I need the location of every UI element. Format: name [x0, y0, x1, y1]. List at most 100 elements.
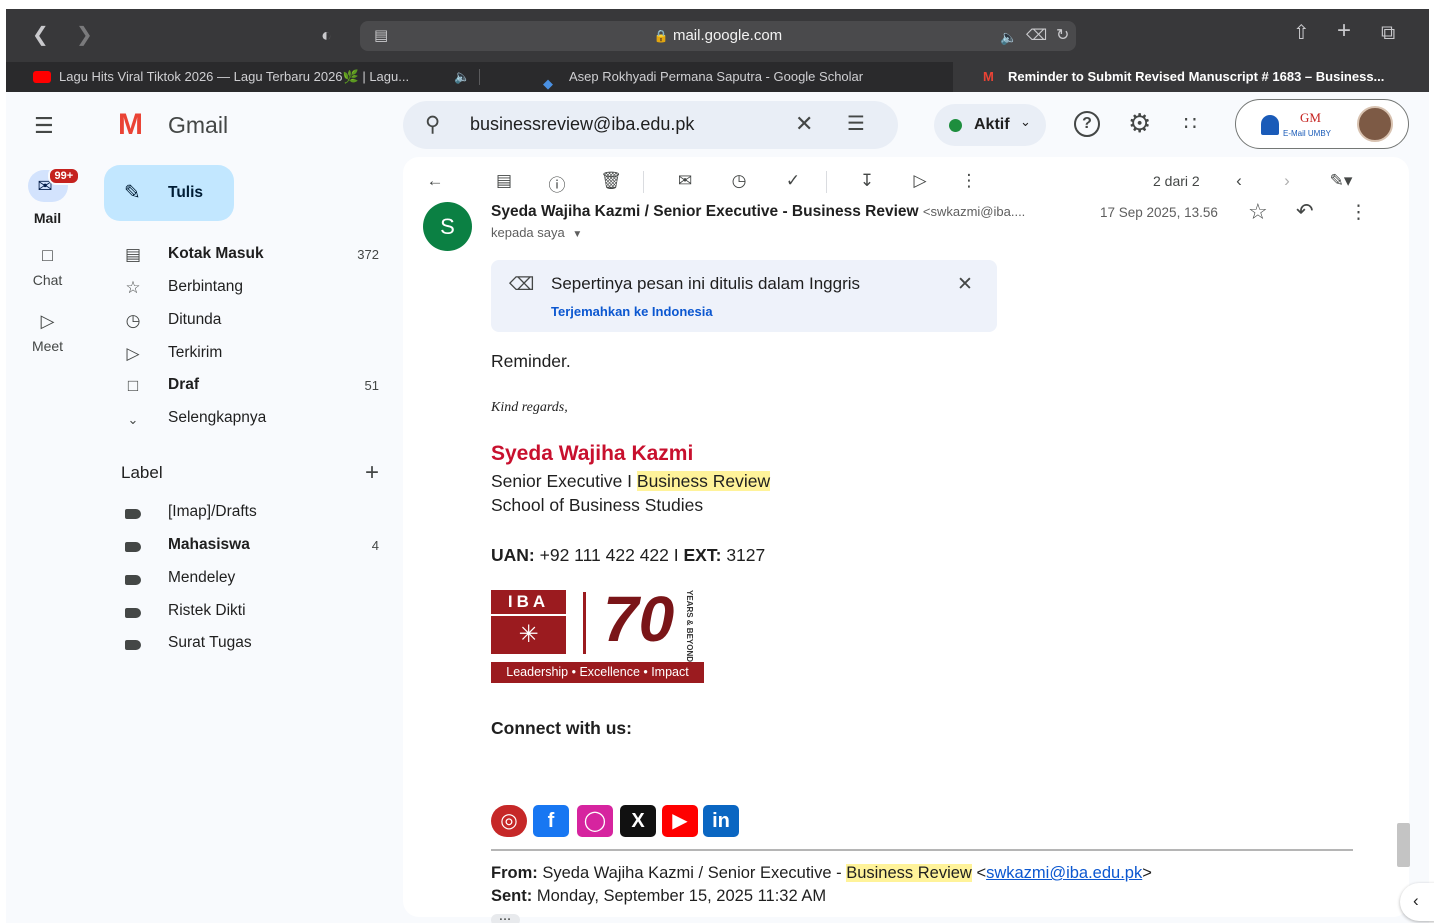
add-task-icon[interactable]: ✓: [779, 171, 807, 191]
mark-unread-icon[interactable]: ✉: [671, 171, 699, 191]
show-trimmed-button[interactable]: ...: [491, 912, 520, 923]
sender-avatar[interactable]: S: [423, 202, 472, 251]
search-bar[interactable]: ⚲ businessreview@iba.edu.pk ✕ ☰: [403, 101, 898, 149]
rail-chat[interactable]: □ Chat: [6, 245, 89, 288]
connect-heading: Connect with us:: [491, 718, 632, 738]
forward-icon[interactable]: ❯: [76, 25, 93, 45]
message-more-icon[interactable]: ⋮: [1349, 201, 1368, 224]
share-icon[interactable]: ⇧: [1293, 23, 1310, 43]
reply-icon[interactable]: ↶: [1296, 199, 1314, 224]
meet-icon: ▷: [40, 311, 55, 331]
lock-icon: 🔒: [653, 29, 669, 43]
reading-pane: ← ▤ ⓘ 🗑 ✉ ◷ ✓ ↧ ▷ ⋮ 2 dari 2 ‹ › ✎▾ S Sy…: [403, 157, 1409, 923]
more-vert-icon[interactable]: ⋮: [955, 171, 983, 191]
nav-snoozed[interactable]: ◷ Ditunda: [123, 305, 383, 337]
back-icon[interactable]: ❮: [32, 25, 49, 45]
nav-drafts[interactable]: □ Draf 51: [123, 370, 383, 402]
star-message-icon[interactable]: ☆: [1248, 199, 1268, 225]
new-tab-icon[interactable]: +: [1337, 19, 1351, 43]
label-surat-tugas[interactable]: Surat Tugas: [123, 628, 383, 660]
translate-icon[interactable]: ⌫: [1026, 26, 1047, 46]
body-text: Reminder.: [491, 351, 571, 371]
rail-meet[interactable]: ▷ Meet: [6, 311, 89, 354]
clear-search-icon[interactable]: ✕: [795, 111, 813, 137]
report-spam-icon[interactable]: ⓘ: [543, 171, 571, 196]
youtube-icon: [33, 71, 51, 83]
status-dot-icon: [949, 119, 962, 132]
compose-button[interactable]: ✎ Tulis: [104, 165, 234, 221]
clock-icon: ◷: [125, 311, 141, 330]
url-text: 🔒 mail.google.com: [653, 27, 783, 44]
snooze-icon[interactable]: ◷: [725, 171, 753, 191]
linkedin-icon[interactable]: in: [703, 805, 739, 837]
tab-gmail[interactable]: M Reminder to Submit Revised Manuscript …: [953, 62, 1429, 92]
account-button[interactable]: GM E-Mail UMBY: [1235, 99, 1409, 149]
search-input[interactable]: businessreview@iba.edu.pk: [470, 114, 694, 135]
search-options-icon[interactable]: ☰: [847, 111, 865, 136]
sender-name[interactable]: Syeda Wajiha Kazmi / Senior Executive - …: [491, 203, 919, 220]
rail-mail[interactable]: ✉ 99+ Mail: [6, 167, 89, 226]
status-button[interactable]: Aktif ⌄: [934, 104, 1046, 146]
tab-divider: [479, 69, 480, 85]
chevron-down-icon: ⌄: [127, 412, 139, 427]
search-icon[interactable]: ⚲: [425, 112, 440, 137]
label-icon[interactable]: ▷: [906, 171, 934, 191]
nav-sent[interactable]: ▷ Terkirim: [123, 338, 383, 370]
prev-message-icon[interactable]: ‹: [1225, 171, 1253, 191]
chevron-down-icon: ▼: [572, 229, 583, 240]
message-date: 17 Sep 2025, 13.56: [1100, 205, 1218, 220]
back-to-list-icon[interactable]: ←: [421, 171, 449, 191]
tab-overview-icon[interactable]: ⧉: [1381, 23, 1395, 43]
next-message-icon[interactable]: ›: [1273, 171, 1301, 191]
website-icon[interactable]: ◎: [491, 805, 527, 837]
scholar-icon: ◆: [543, 76, 553, 91]
rail-meet-label: Meet: [31, 338, 64, 354]
chevron-down-icon: ⌄: [1020, 114, 1031, 129]
settings-gear-icon[interactable]: ⚙: [1128, 108, 1151, 139]
instagram-icon[interactable]: ◯: [577, 805, 613, 837]
tab-youtube[interactable]: Lagu Hits Viral Tiktok 2026 — Lagu Terba…: [6, 62, 476, 92]
move-to-icon[interactable]: ↧: [853, 171, 881, 191]
audio-icon[interactable]: 🔈: [1000, 27, 1017, 47]
chevron-left-icon: ‹: [1413, 891, 1419, 910]
pagination-text: 2 dari 2: [1153, 173, 1200, 189]
reload-icon[interactable]: ↻: [1056, 26, 1069, 46]
address-bar[interactable]: ▤ 🔒 mail.google.com 🔈 ⌫ ↻: [360, 21, 1076, 51]
send-icon: ▷: [126, 344, 140, 363]
avatar[interactable]: [1357, 106, 1393, 142]
nav-inbox[interactable]: ▤ Kotak Masuk 372: [123, 239, 383, 271]
iba-emblem-icon: ✳: [491, 616, 566, 654]
youtube-icon[interactable]: ▶: [662, 805, 698, 837]
nav-more[interactable]: ⌄ Selengkapnya: [123, 403, 383, 435]
draft-file-icon: □: [127, 376, 139, 395]
apps-grid-icon[interactable]: ∷: [1184, 111, 1197, 136]
main-menu-icon[interactable]: ☰: [34, 113, 54, 139]
x-twitter-icon[interactable]: X: [620, 805, 656, 837]
iba-logo: IBA ✳ 70 YEARS & BEYOND Leadership • Exc…: [491, 584, 705, 684]
rail-mail-label: Mail: [33, 210, 62, 226]
archive-icon[interactable]: ▤: [490, 171, 518, 191]
label-imap-drafts[interactable]: [Imap]/Drafts: [123, 497, 383, 529]
translate-link[interactable]: Terjemahkan ke Indonesia: [551, 304, 713, 319]
privacy-shield-icon[interactable]: ◐: [321, 25, 332, 45]
label-mendeley[interactable]: Mendeley: [123, 563, 383, 595]
input-tools-icon[interactable]: ✎▾: [1321, 171, 1361, 191]
label-ristek-dikti[interactable]: Ristek Dikti: [123, 596, 383, 628]
close-banner-icon[interactable]: ✕: [957, 273, 973, 296]
quoted-sent: Sent: Monday, September 15, 2025 11:32 A…: [491, 887, 827, 905]
label-mahasiswa[interactable]: Mahasiswa 4: [123, 530, 383, 562]
scrollbar-thumb[interactable]: [1397, 823, 1410, 867]
label-tag-icon: [125, 608, 141, 618]
add-label-icon[interactable]: +: [365, 459, 379, 487]
tab-audio-icon[interactable]: 🔈: [454, 62, 470, 92]
recipient-line[interactable]: kepada saya ▼: [491, 225, 582, 240]
help-icon[interactable]: ?: [1074, 111, 1100, 137]
rail-chat-label: Chat: [32, 272, 63, 288]
quote-divider: [491, 849, 1353, 851]
delete-icon[interactable]: 🗑: [597, 171, 625, 191]
facebook-icon[interactable]: f: [533, 805, 569, 837]
from-email-link[interactable]: swkazmi@iba.edu.pk: [986, 864, 1142, 882]
tab-scholar[interactable]: ◆ Asep Rokhyadi Permana Saputra - Google…: [481, 62, 951, 92]
side-panel-toggle[interactable]: ‹: [1400, 883, 1434, 921]
nav-starred[interactable]: ☆ Berbintang: [123, 272, 383, 304]
